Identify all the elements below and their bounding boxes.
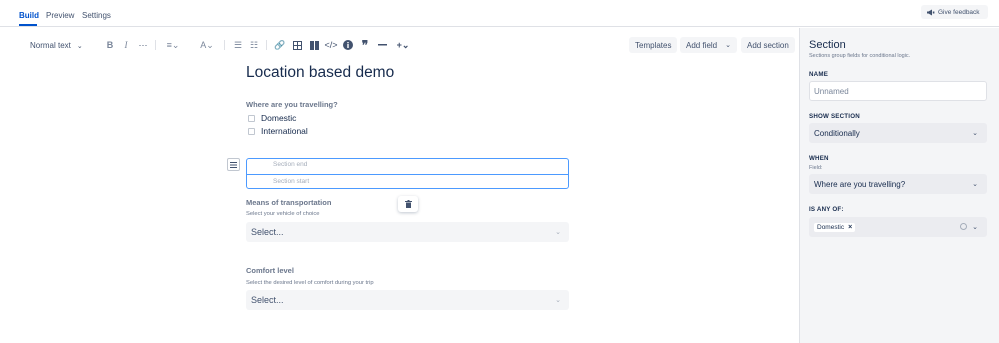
add-field-label: Add field (686, 40, 718, 50)
toolbar-divider (155, 40, 156, 50)
tab-settings[interactable]: Settings (82, 11, 111, 20)
chevron-down-icon: ⌄ (725, 42, 731, 49)
section-block[interactable]: Section end Section start (246, 158, 569, 189)
section-settings-panel: Section Sections group fields for condit… (799, 28, 999, 343)
bullet-list-icon[interactable]: ☰ (232, 39, 244, 51)
toolbar-divider (224, 40, 225, 50)
link-icon[interactable]: 🔗 (274, 39, 286, 51)
question-help-text: Select your vehicle of choice (246, 211, 320, 217)
text-style-label: Normal text (30, 41, 71, 50)
checkbox-option[interactable]: International (248, 126, 308, 136)
select-placeholder: Select... (251, 295, 284, 305)
section-divider (247, 174, 568, 175)
question-help-text: Select the desired level of comfort duri… (246, 280, 374, 286)
columns-icon[interactable] (308, 39, 320, 51)
show-section-value: Conditionally (814, 128, 860, 138)
align-icon[interactable]: ≡⌄ (163, 39, 183, 51)
name-label: NAME (809, 71, 829, 78)
info-panel-icon[interactable] (342, 39, 354, 51)
text-color-icon[interactable]: A⌄ (197, 39, 217, 51)
add-section-button[interactable]: Add section (741, 37, 795, 53)
section-drag-handle[interactable] (227, 158, 240, 171)
panel-title: Section (809, 39, 846, 51)
chevron-down-icon: ⌄ (972, 130, 978, 137)
when-label: WHEN (809, 155, 829, 162)
more-formatting-icon[interactable]: ··· (137, 39, 149, 51)
remove-chip-icon[interactable]: × (848, 224, 852, 231)
doc-title[interactable]: Location based demo (246, 64, 394, 82)
values-multiselect[interactable]: Domestic × ⌄ (809, 217, 987, 237)
question-label[interactable]: Where are you travelling? (246, 100, 338, 109)
comfort-select[interactable]: Select... ⌄ (246, 290, 569, 310)
delete-section-button[interactable] (398, 196, 418, 212)
question-label[interactable]: Comfort level (246, 266, 294, 275)
field-select[interactable]: Where are you travelling? ⌄ (809, 174, 987, 194)
option-label: Domestic (261, 113, 297, 123)
field-value: Where are you travelling? (814, 179, 906, 189)
clear-icon[interactable] (960, 223, 967, 230)
show-section-label: SHOW SECTION (809, 113, 860, 120)
templates-label: Templates (635, 40, 672, 50)
add-section-label: Add section (747, 40, 789, 50)
top-nav: Build Preview Settings Give feedback (0, 0, 999, 27)
select-placeholder: Select... (251, 227, 284, 237)
add-field-button[interactable]: Add field ⌄ (680, 37, 737, 53)
field-label: Field: (809, 165, 823, 171)
templates-button[interactable]: Templates (629, 37, 678, 53)
insert-more-icon[interactable]: +⌄ (394, 39, 412, 51)
section-name-input[interactable]: Unnamed (809, 81, 987, 101)
quote-icon[interactable]: ❞ (359, 38, 371, 52)
checkbox[interactable] (248, 127, 255, 135)
panel-subtitle: Sections group fields for conditional lo… (809, 53, 911, 59)
chevron-down-icon[interactable]: ⌄ (972, 223, 978, 231)
question-label[interactable]: Means of transportation (246, 198, 331, 207)
toolbar-divider (266, 40, 267, 50)
chevron-down-icon: ⌄ (555, 297, 561, 304)
transportation-select[interactable]: Select... ⌄ (246, 222, 569, 242)
numbered-list-icon[interactable]: ☷ (248, 39, 260, 51)
value-chip: Domestic × (814, 222, 856, 232)
checkbox-option[interactable]: Domestic (248, 113, 296, 123)
editor-toolbar: Normal text ⌄ B I ··· ≡⌄ A⌄ ☰ ☷ 🔗 </> ❞ … (0, 28, 798, 62)
chevron-down-icon: ⌄ (555, 229, 561, 236)
megaphone-icon (927, 9, 935, 15)
option-label: International (261, 126, 308, 136)
chevron-down-icon: ⌄ (76, 42, 83, 50)
chevron-down-icon: ⌄ (972, 181, 978, 188)
table-icon[interactable] (291, 39, 303, 51)
chip-label: Domestic (817, 223, 845, 231)
italic-icon[interactable]: I (120, 39, 132, 51)
tab-preview[interactable]: Preview (46, 11, 74, 20)
active-tab-indicator (19, 24, 37, 26)
trash-icon (404, 200, 412, 208)
checkbox[interactable] (248, 114, 255, 122)
code-icon[interactable]: </> (325, 39, 338, 51)
give-feedback-button[interactable]: Give feedback (921, 5, 988, 19)
section-start-label: Section start (273, 178, 310, 185)
section-end-label: Section end (273, 161, 308, 168)
tab-build[interactable]: Build (19, 11, 39, 20)
divider-icon[interactable] (376, 39, 388, 51)
text-style-dropdown[interactable]: Normal text ⌄ (30, 41, 83, 50)
name-placeholder: Unnamed (814, 86, 849, 96)
is-any-of-label: IS ANY OF: (809, 206, 844, 213)
show-section-select[interactable]: Conditionally ⌄ (809, 123, 987, 143)
give-feedback-label: Give feedback (938, 8, 980, 16)
bold-icon[interactable]: B (104, 39, 116, 51)
drag-handle-icon (230, 161, 237, 168)
